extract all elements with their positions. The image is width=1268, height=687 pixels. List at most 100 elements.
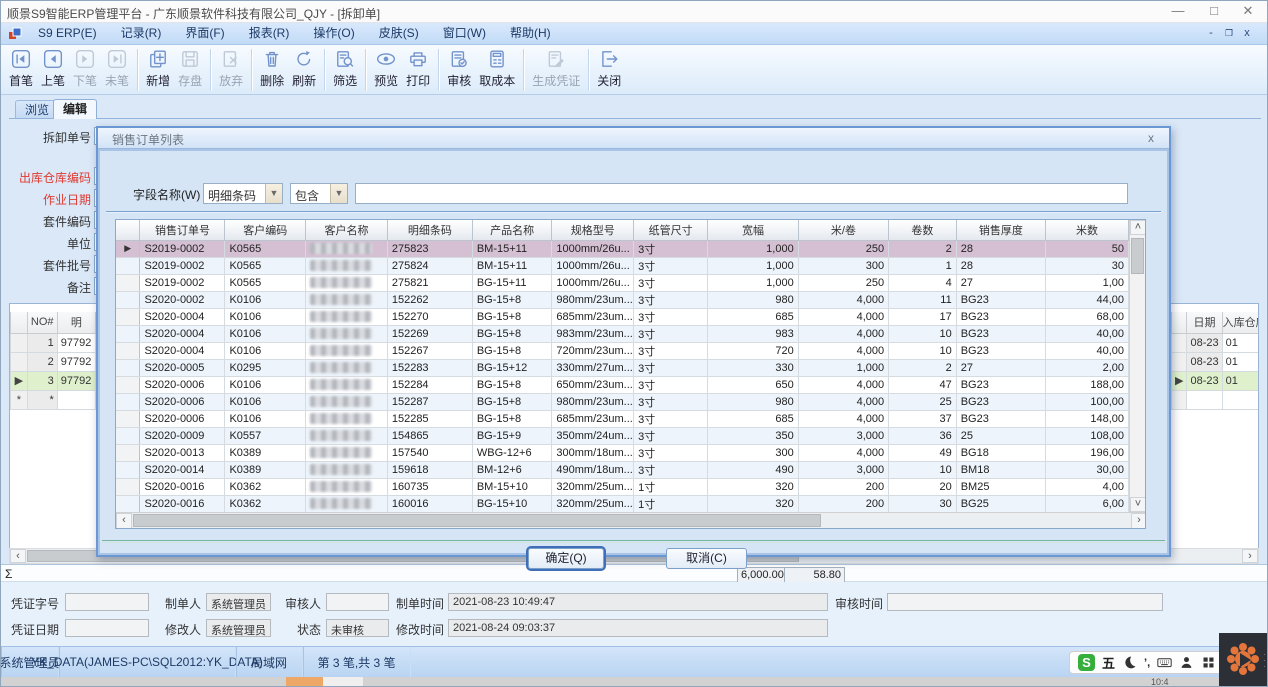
table-cell[interactable]: K0557 — [225, 427, 306, 444]
table-cell[interactable]: K0362 — [225, 478, 306, 495]
table-cell[interactable]: BG-15+8 — [472, 308, 552, 325]
table-cell[interactable]: 36 — [889, 427, 957, 444]
column-header[interactable]: 客户编码 — [225, 220, 306, 240]
table-cell[interactable]: 6,00 — [1046, 495, 1129, 512]
table-cell[interactable]: 2 — [27, 352, 57, 371]
table-cell[interactable]: 11 — [889, 291, 957, 308]
table-row[interactable] — [1172, 390, 1260, 409]
table-cell[interactable]: K0106 — [225, 342, 306, 359]
table-cell[interactable]: K0106 — [225, 376, 306, 393]
table-cell[interactable]: 1,000 — [708, 240, 798, 257]
table-cell[interactable]: S2020-0006 — [140, 393, 225, 410]
table-cell[interactable]: 97792 — [57, 333, 95, 352]
table-cell[interactable]: BG23 — [956, 410, 1045, 427]
column-header[interactable]: 米数 — [1046, 220, 1129, 240]
table-cell[interactable]: S2020-0009 — [140, 427, 225, 444]
table-cell[interactable]: 68,00 — [1046, 308, 1129, 325]
column-header[interactable]: 销售厚度 — [956, 220, 1045, 240]
menu-item-skins[interactable]: 皮肤(S) — [367, 23, 431, 44]
table-cell[interactable]: BG-15+8 — [472, 291, 552, 308]
delete-button[interactable]: 删除 — [256, 47, 288, 93]
moon-icon[interactable] — [1122, 655, 1137, 670]
table-cell[interactable]: 1 — [27, 333, 57, 352]
maximize-button[interactable]: □ — [1199, 1, 1229, 23]
table-cell[interactable]: 490 — [708, 461, 798, 478]
table-cell[interactable]: 152267 — [387, 342, 472, 359]
table-cell[interactable]: BG-15+10 — [472, 495, 552, 512]
table-cell[interactable]: 330mm/27um... — [552, 359, 634, 376]
table-cell[interactable]: 1,000 — [798, 359, 888, 376]
table-cell[interactable]: 720 — [708, 342, 798, 359]
table-cell[interactable]: 01 — [1222, 352, 1259, 371]
table-row[interactable]: 197792 — [11, 333, 96, 352]
table-cell[interactable] — [306, 495, 388, 512]
table-row[interactable]: 08-2301 — [1172, 333, 1260, 352]
table-row[interactable]: 08-2301 — [1172, 352, 1260, 371]
table-cell[interactable]: K0295 — [225, 359, 306, 376]
menu-item-operations[interactable]: 操作(O) — [301, 23, 366, 44]
table-row[interactable]: S2020-0002K0106152262BG-15+8980mm/23um..… — [116, 291, 1129, 308]
table-cell[interactable]: BG-15+8 — [472, 342, 552, 359]
table-cell[interactable]: BM-15+11 — [472, 257, 552, 274]
table-cell[interactable]: 1000mm/26u... — [552, 240, 634, 257]
chevron-down-icon[interactable]: ▼ — [330, 184, 347, 203]
table-cell[interactable]: K0565 — [225, 240, 306, 257]
table-cell[interactable]: BG23 — [956, 393, 1045, 410]
table-cell[interactable]: K0565 — [225, 257, 306, 274]
table-cell[interactable]: 08-23 — [1187, 352, 1222, 371]
table-cell[interactable]: 3寸 — [634, 444, 708, 461]
cancel-button[interactable]: 取消(C) — [666, 548, 747, 569]
column-header[interactable]: 规格型号 — [552, 220, 634, 240]
table-cell[interactable]: 37 — [889, 410, 957, 427]
table-cell[interactable]: BM-15+10 — [472, 478, 552, 495]
dialog-close-icon[interactable]: x — [1143, 131, 1159, 146]
table-cell[interactable]: 40,00 — [1046, 342, 1129, 359]
table-cell[interactable]: 3寸 — [634, 308, 708, 325]
table-cell[interactable]: K0106 — [225, 393, 306, 410]
table-cell[interactable]: 08-23 — [1187, 333, 1222, 352]
table-cell[interactable]: 350mm/24um... — [552, 427, 634, 444]
ok-button[interactable]: 确定(Q) — [528, 548, 604, 569]
menu-item-s9erp[interactable]: S9 ERP(E) — [26, 23, 109, 44]
table-cell[interactable]: 01 — [1222, 333, 1259, 352]
column-header[interactable]: 入库仓库 — [1222, 312, 1259, 333]
table-cell[interactable] — [306, 444, 388, 461]
table-cell[interactable]: BM25 — [956, 478, 1045, 495]
cost-button[interactable]: 取成本 — [475, 47, 519, 93]
table-cell[interactable]: 4,000 — [798, 376, 888, 393]
floating-app-icon[interactable]: ··· — [1219, 633, 1268, 687]
scroll-up-icon[interactable]: ˄ — [1130, 220, 1146, 235]
table-row[interactable]: S2020-0006K0106152284BG-15+8650mm/23um..… — [116, 376, 1129, 393]
table-cell[interactable] — [306, 274, 388, 291]
column-header[interactable]: 明细条码 — [387, 220, 472, 240]
table-row[interactable]: S2020-0006K0106152285BG-15+8685mm/23um..… — [116, 410, 1129, 427]
table-cell[interactable]: S2020-0016 — [140, 495, 225, 512]
table-cell[interactable]: 1寸 — [634, 478, 708, 495]
table-cell[interactable]: 685mm/23um... — [552, 410, 634, 427]
table-cell[interactable]: 188,00 — [1046, 376, 1129, 393]
table-cell[interactable]: 490mm/18um... — [552, 461, 634, 478]
table-cell[interactable]: 685 — [708, 410, 798, 427]
menu-item-help[interactable]: 帮助(H) — [498, 23, 563, 44]
table-row[interactable]: ▶S2019-0002K0565275823BM-15+111000mm/26u… — [116, 240, 1129, 257]
table-cell[interactable]: 08-23 — [1187, 371, 1222, 390]
column-header[interactable]: 客户名称 — [306, 220, 388, 240]
table-cell[interactable]: BM-12+6 — [472, 461, 552, 478]
table-cell[interactable]: 40,00 — [1046, 325, 1129, 342]
scroll-left-icon[interactable]: ‹ — [10, 549, 26, 563]
keyboard-icon[interactable] — [1157, 655, 1172, 670]
column-header[interactable]: NO# — [27, 312, 57, 333]
menu-item-interface[interactable]: 界面(F) — [173, 23, 236, 44]
table-cell[interactable] — [306, 240, 388, 257]
table-cell[interactable] — [306, 461, 388, 478]
table-cell[interactable] — [306, 393, 388, 410]
table-cell[interactable]: WBG-12+6 — [472, 444, 552, 461]
menu-item-records[interactable]: 记录(R) — [109, 23, 174, 44]
table-cell[interactable]: 49 — [889, 444, 957, 461]
table-cell[interactable]: 330 — [708, 359, 798, 376]
table-cell[interactable]: 3寸 — [634, 461, 708, 478]
table-cell[interactable]: 1寸 — [634, 495, 708, 512]
table-cell[interactable]: K0389 — [225, 461, 306, 478]
table-row[interactable]: S2020-0013K0389157540WBG-12+6300mm/18um.… — [116, 444, 1129, 461]
table-cell[interactable]: BG23 — [956, 291, 1045, 308]
